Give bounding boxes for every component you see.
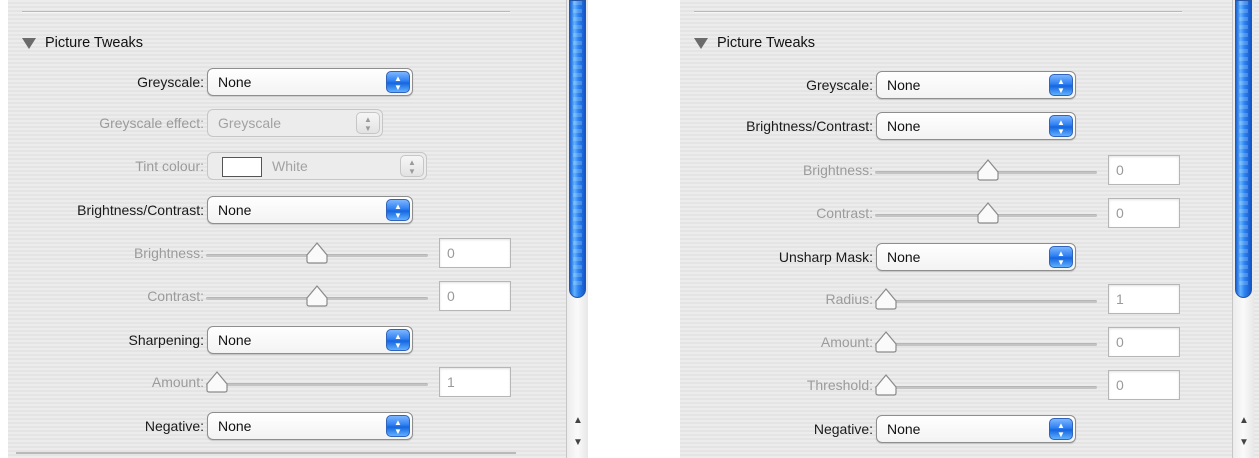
section-header-picture-tweaks[interactable]: Picture Tweaks — [22, 33, 143, 53]
brightness-contrast-label: Brightness/Contrast: — [746, 118, 873, 134]
popup-arrows-icon: ▲ ▼ — [386, 415, 410, 437]
brightness-contrast-popup[interactable]: None ▲ ▼ — [876, 112, 1076, 140]
slider-knob-icon[interactable] — [976, 158, 1000, 182]
top-separator — [694, 11, 1182, 13]
greyscale-label: Greyscale: — [806, 77, 873, 93]
greyscale-effect-label: Greyscale effect: — [99, 115, 204, 131]
popup-arrows-icon: ▲ ▼ — [1049, 418, 1073, 440]
scroll-thumb[interactable] — [569, 0, 586, 298]
section-title: Picture Tweaks — [45, 35, 144, 51]
threshold-label: Threshold: — [806, 377, 873, 393]
slider-knob-icon[interactable] — [305, 284, 329, 308]
slider-knob-icon[interactable] — [205, 370, 229, 394]
greyscale-label: Greyscale: — [137, 74, 204, 90]
amount-field[interactable]: 1 — [439, 367, 511, 397]
brightness-field[interactable]: 0 — [439, 238, 511, 268]
contrast-label: Contrast: — [816, 205, 873, 221]
brightness-contrast-value: None — [218, 202, 252, 218]
greyscale-value: None — [887, 77, 921, 93]
radius-field[interactable]: 1 — [1108, 284, 1180, 314]
amount-slider-track[interactable] — [206, 383, 428, 386]
brightness-contrast-popup[interactable]: None ▲ ▼ — [207, 196, 413, 224]
scroll-down-arrow-icon[interactable]: ▼ — [571, 436, 585, 450]
slider-knob-icon[interactable] — [874, 287, 898, 311]
contrast-field[interactable]: 0 — [1108, 198, 1180, 228]
negative-label: Negative: — [144, 418, 204, 434]
popup-arrows-icon: ▲ ▼ — [1049, 115, 1073, 137]
amount-field[interactable]: 0 — [1108, 327, 1180, 357]
scroll-down-arrow-icon[interactable]: ▼ — [1237, 436, 1251, 450]
right-settings-panel: Picture Tweaks Greyscale: None ▲ ▼ Bright… — [680, 0, 1259, 458]
popup-arrows-icon: ▲ ▼ — [386, 329, 410, 351]
amount-label: Amount: — [820, 334, 873, 350]
unsharp-mask-value: None — [887, 249, 921, 265]
scroll-up-arrow-icon[interactable]: ▲ — [571, 414, 585, 428]
slider-knob-icon[interactable] — [976, 201, 1000, 225]
contrast-label: Contrast: — [147, 288, 204, 304]
popup-arrows-icon: ▲ ▼ — [1049, 74, 1073, 96]
negative-label: Negative: — [813, 421, 873, 437]
amount-slider-track[interactable] — [875, 343, 1097, 346]
threshold-field[interactable]: 0 — [1108, 370, 1180, 400]
greyscale-popup[interactable]: None ▲ ▼ — [207, 68, 413, 96]
brightness-contrast-value: None — [887, 118, 921, 134]
tint-colour-popup[interactable]: White ▲ ▼ — [207, 152, 427, 180]
section-header-picture-tweaks[interactable]: Picture Tweaks — [694, 33, 815, 53]
tint-colour-value: White — [272, 158, 308, 174]
bottom-separator — [16, 452, 516, 454]
scroll-up-arrow-icon[interactable]: ▲ — [1237, 414, 1251, 428]
scroll-thumb[interactable] — [1235, 0, 1252, 298]
radius-slider-track[interactable] — [875, 300, 1097, 303]
amount-label: Amount: — [151, 374, 204, 390]
disclosure-triangle-icon[interactable] — [694, 37, 708, 49]
tint-colour-label: Tint colour: — [135, 158, 204, 174]
greyscale-value: None — [218, 74, 252, 90]
radius-label: Radius: — [825, 291, 873, 307]
brightness-label: Brightness: — [133, 245, 204, 261]
sharpening-popup[interactable]: None ▲ ▼ — [207, 326, 413, 354]
brightness-field[interactable]: 0 — [1108, 155, 1180, 185]
greyscale-effect-popup[interactable]: Greyscale ▲ ▼ — [207, 109, 383, 137]
slider-knob-icon[interactable] — [874, 330, 898, 354]
negative-value: None — [218, 418, 252, 434]
greyscale-effect-value: Greyscale — [218, 115, 282, 131]
brightness-contrast-label: Brightness/Contrast: — [77, 202, 204, 218]
sharpening-value: None — [218, 332, 252, 348]
vertical-scrollbar[interactable]: ▲ ▼ — [566, 0, 588, 458]
threshold-slider-track[interactable] — [875, 386, 1097, 389]
popup-arrows-icon: ▲ ▼ — [400, 155, 424, 177]
section-title: Picture Tweaks — [717, 35, 816, 51]
popup-arrows-icon: ▲ ▼ — [356, 112, 380, 134]
popup-arrows-icon: ▲ ▼ — [386, 71, 410, 93]
negative-popup[interactable]: None ▲ ▼ — [876, 415, 1076, 443]
vertical-scrollbar[interactable]: ▲ ▼ — [1232, 0, 1254, 458]
sharpening-label: Sharpening: — [128, 332, 204, 348]
popup-arrows-icon: ▲ ▼ — [386, 199, 410, 221]
contrast-field[interactable]: 0 — [439, 281, 511, 311]
unsharp-mask-label: Unsharp Mask: — [778, 249, 873, 265]
negative-value: None — [887, 421, 921, 437]
brightness-label: Brightness: — [802, 162, 873, 178]
disclosure-triangle-icon[interactable] — [22, 37, 36, 49]
negative-popup[interactable]: None ▲ ▼ — [207, 412, 413, 440]
slider-knob-icon[interactable] — [305, 241, 329, 265]
top-separator — [22, 11, 510, 13]
popup-arrows-icon: ▲ ▼ — [1049, 246, 1073, 268]
left-settings-panel: Picture Tweaks Greyscale: None ▲ ▼ Greysc… — [8, 0, 588, 458]
colour-swatch — [222, 157, 262, 177]
greyscale-popup[interactable]: None ▲ ▼ — [876, 71, 1076, 99]
slider-knob-icon[interactable] — [874, 373, 898, 397]
unsharp-mask-popup[interactable]: None ▲ ▼ — [876, 243, 1076, 271]
